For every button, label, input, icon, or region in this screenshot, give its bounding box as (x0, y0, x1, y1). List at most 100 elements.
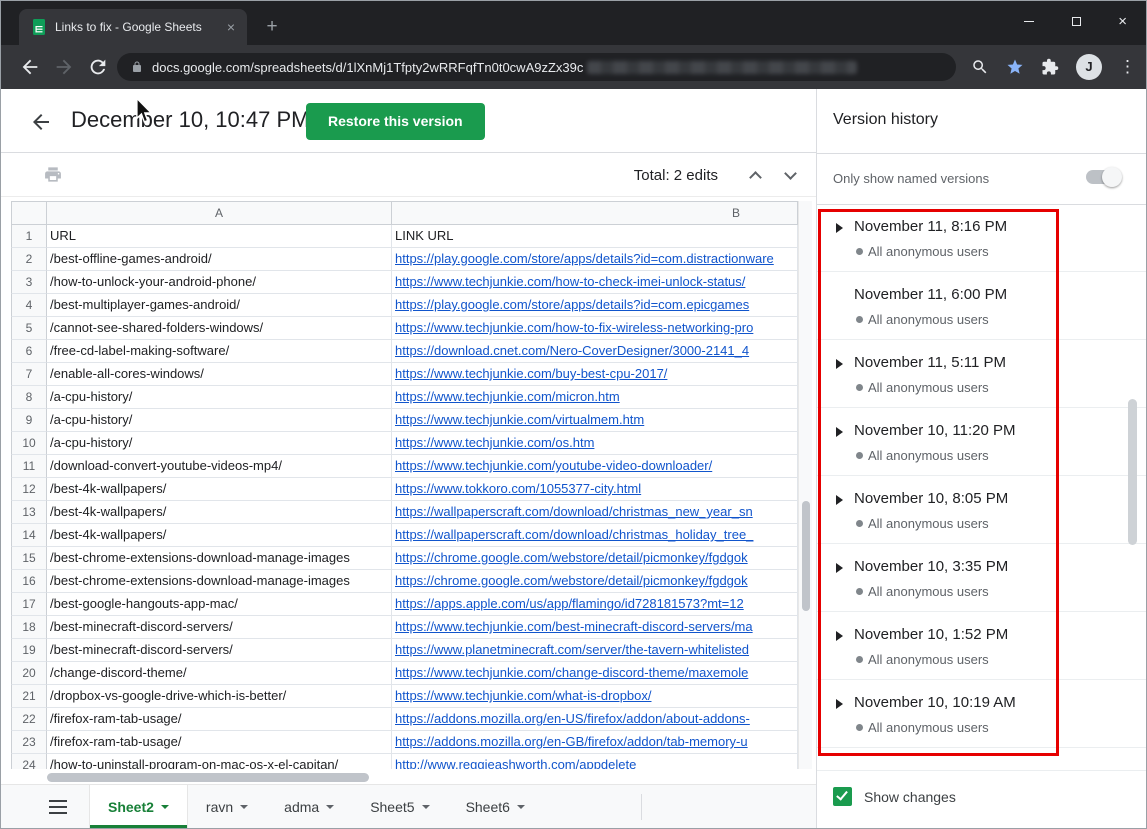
cell-link-url[interactable]: https://www.techjunkie.com/best-minecraf… (392, 616, 798, 639)
sheet-tab[interactable]: Sheet5 (352, 785, 447, 828)
row-number[interactable]: 16 (11, 570, 47, 593)
cell-url[interactable]: /best-minecraft-discord-servers/ (47, 639, 392, 662)
cell-link-url[interactable]: https://www.techjunkie.com/how-to-check-… (392, 271, 798, 294)
forward-icon[interactable] (53, 56, 75, 78)
all-sheets-menu-icon[interactable] (49, 800, 67, 802)
cell-url[interactable]: /best-4k-wallpapers/ (47, 478, 392, 501)
version-entry[interactable]: November 11, 6:00 PM All anonymous users (817, 272, 1146, 340)
cell-url[interactable]: /best-4k-wallpapers/ (47, 501, 392, 524)
zoom-icon[interactable] (971, 58, 989, 76)
back-icon[interactable] (19, 56, 41, 78)
row-number[interactable]: 2 (11, 248, 47, 271)
cell-url[interactable]: /best-4k-wallpapers/ (47, 524, 392, 547)
cell-url[interactable]: /how-to-uninstall-program-on-mac-os-x-el… (47, 754, 392, 769)
named-versions-toggle[interactable] (1086, 170, 1120, 184)
cell-link-url[interactable]: https://www.techjunkie.com/buy-best-cpu-… (392, 363, 798, 386)
sheet-tab-caret-icon[interactable] (240, 805, 248, 809)
cell-url[interactable]: /download-convert-youtube-videos-mp4/ (47, 455, 392, 478)
show-changes-checkbox[interactable] (833, 787, 852, 806)
extensions-puzzle-icon[interactable] (1041, 58, 1059, 76)
select-all-corner[interactable] (11, 202, 47, 225)
bookmark-star-icon[interactable] (1006, 58, 1024, 76)
cell-url[interactable]: /best-offline-games-android/ (47, 248, 392, 271)
sheet-tab-caret-icon[interactable] (326, 805, 334, 809)
cell-url[interactable]: /how-to-unlock-your-android-phone/ (47, 271, 392, 294)
print-icon[interactable] (43, 165, 63, 184)
minimize-button[interactable] (1006, 1, 1053, 41)
cell-url[interactable]: /a-cpu-history/ (47, 409, 392, 432)
cell-link-url[interactable]: https://www.planetminecraft.com/server/t… (392, 639, 798, 662)
row-number[interactable]: 8 (11, 386, 47, 409)
cell-link-url[interactable]: http://www.reggieashworth.com/appdelete (392, 754, 798, 769)
sheet-tab[interactable]: ravn (188, 785, 266, 828)
cell-link-url[interactable]: LINK URL (392, 225, 798, 248)
back-to-sheet-icon[interactable] (29, 110, 53, 134)
cell-link-url[interactable]: https://addons.mozilla.org/en-GB/firefox… (392, 731, 798, 754)
profile-avatar[interactable]: J (1076, 54, 1102, 80)
cell-link-url[interactable]: https://www.techjunkie.com/micron.htm (392, 386, 798, 409)
cell-link-url[interactable]: https://download.cnet.com/Nero-CoverDesi… (392, 340, 798, 363)
sheet-tab[interactable]: Sheet2 (89, 785, 188, 828)
row-number[interactable]: 7 (11, 363, 47, 386)
cell-link-url[interactable]: https://www.techjunkie.com/os.htm (392, 432, 798, 455)
row-number[interactable]: 23 (11, 731, 47, 754)
expand-arrow-icon[interactable] (836, 631, 843, 641)
cell-url[interactable]: /best-google-hangouts-app-mac/ (47, 593, 392, 616)
version-entry[interactable]: November 11, 5:11 PM All anonymous users (817, 340, 1146, 408)
cell-url[interactable]: /change-discord-theme/ (47, 662, 392, 685)
cell-url[interactable]: /cannot-see-shared-folders-windows/ (47, 317, 392, 340)
cell-link-url[interactable]: https://www.techjunkie.com/what-is-dropb… (392, 685, 798, 708)
column-header-a[interactable]: A (47, 202, 392, 225)
row-number[interactable]: 22 (11, 708, 47, 731)
cell-url[interactable]: /best-chrome-extensions-download-manage-… (47, 570, 392, 593)
address-bar[interactable]: docs.google.com/spreadsheets/d/1lXnMj1Tf… (117, 53, 956, 81)
restore-version-button[interactable]: Restore this version (306, 103, 485, 140)
row-number[interactable]: 11 (11, 455, 47, 478)
cell-url[interactable]: URL (47, 225, 392, 248)
cell-link-url[interactable]: https://play.google.com/store/apps/detai… (392, 294, 798, 317)
cell-link-url[interactable]: https://addons.mozilla.org/en-US/firefox… (392, 708, 798, 731)
row-number[interactable]: 14 (11, 524, 47, 547)
cell-url[interactable]: /firefox-ram-tab-usage/ (47, 708, 392, 731)
cell-link-url[interactable]: https://www.techjunkie.com/virtualmem.ht… (392, 409, 798, 432)
column-header-b[interactable]: B (392, 202, 798, 225)
cell-link-url[interactable]: https://www.techjunkie.com/change-discor… (392, 662, 798, 685)
row-number[interactable]: 12 (11, 478, 47, 501)
expand-arrow-icon[interactable] (836, 427, 843, 437)
row-number[interactable]: 18 (11, 616, 47, 639)
cell-link-url[interactable]: https://wallpaperscraft.com/download/chr… (392, 524, 798, 547)
cell-link-url[interactable]: https://chrome.google.com/webstore/detai… (392, 547, 798, 570)
version-entry[interactable]: November 11, 8:16 PM All anonymous users (817, 204, 1146, 272)
sheet-tab-caret-icon[interactable] (517, 805, 525, 809)
expand-arrow-icon[interactable] (836, 495, 843, 505)
cell-url[interactable]: /free-cd-label-making-software/ (47, 340, 392, 363)
row-number[interactable]: 5 (11, 317, 47, 340)
grid-horizontal-scrollbar-thumb[interactable] (47, 773, 369, 782)
sheet-tab[interactable]: Sheet6 (448, 785, 543, 828)
cell-url[interactable]: /enable-all-cores-windows/ (47, 363, 392, 386)
row-number[interactable]: 1 (11, 225, 47, 248)
row-number[interactable]: 3 (11, 271, 47, 294)
sheet-tab-caret-icon[interactable] (422, 805, 430, 809)
maximize-button[interactable] (1053, 1, 1100, 41)
row-number[interactable]: 9 (11, 409, 47, 432)
cell-link-url[interactable]: https://www.techjunkie.com/how-to-fix-wi… (392, 317, 798, 340)
version-entry[interactable]: November 10, 3:35 PM All anonymous users (817, 544, 1146, 612)
row-number[interactable]: 15 (11, 547, 47, 570)
version-entry[interactable]: November 10, 1:52 PM All anonymous users (817, 612, 1146, 680)
new-tab-button[interactable]: + (259, 14, 285, 40)
cell-url[interactable]: /a-cpu-history/ (47, 386, 392, 409)
row-number[interactable]: 17 (11, 593, 47, 616)
version-entry[interactable]: November 10, 8:05 PM All anonymous users (817, 476, 1146, 544)
close-button[interactable]: × (1099, 1, 1146, 41)
row-number[interactable]: 13 (11, 501, 47, 524)
previous-edit-chevron-icon[interactable] (749, 171, 762, 184)
cell-link-url[interactable]: https://play.google.com/store/apps/detai… (392, 248, 798, 271)
row-number[interactable]: 24 (11, 754, 47, 769)
row-number[interactable]: 20 (11, 662, 47, 685)
cell-link-url[interactable]: https://www.techjunkie.com/youtube-video… (392, 455, 798, 478)
next-edit-chevron-icon[interactable] (784, 167, 797, 180)
grid-horizontal-scrollbar[interactable] (11, 772, 798, 783)
cell-url[interactable]: /best-minecraft-discord-servers/ (47, 616, 392, 639)
cell-url[interactable]: /a-cpu-history/ (47, 432, 392, 455)
